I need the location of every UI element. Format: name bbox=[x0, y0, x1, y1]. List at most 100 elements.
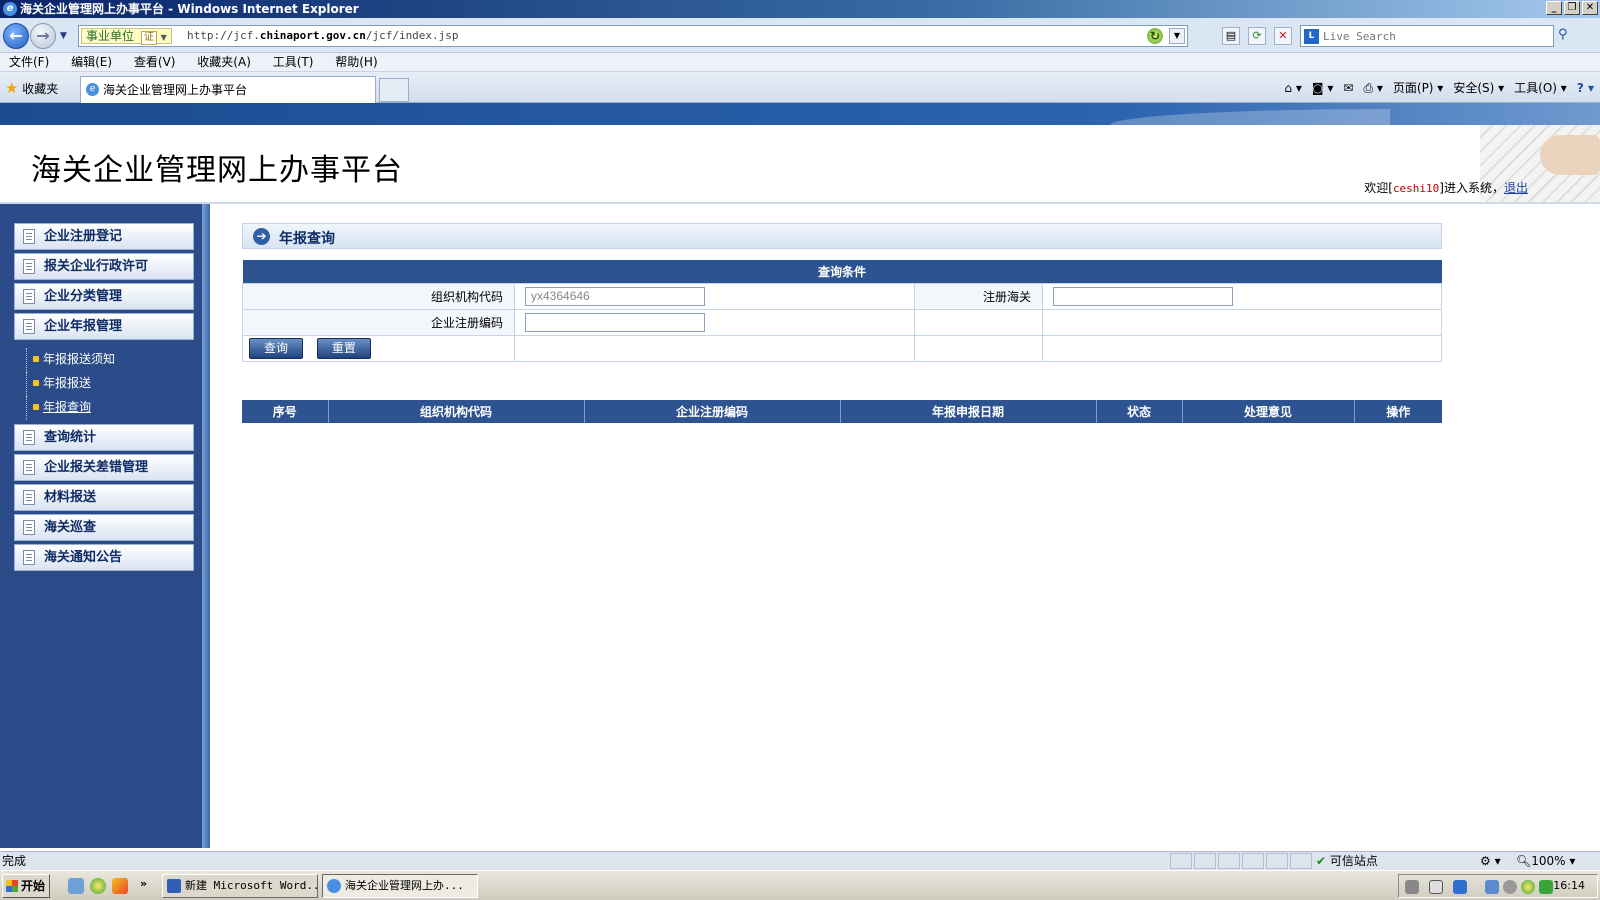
sidebar-item-label: 企业年报管理 bbox=[44, 319, 123, 334]
mail-icon[interactable]: ✉ bbox=[1343, 79, 1353, 97]
sidebar-subitem-notice[interactable]: 年报报送须知 bbox=[26, 348, 186, 372]
favorites-label: 收藏夹 bbox=[22, 82, 59, 96]
logout-link[interactable]: 退出 bbox=[1504, 181, 1528, 195]
print-icon[interactable]: ⎙ ▾ bbox=[1363, 79, 1382, 97]
live-search-logo-icon: L bbox=[1304, 29, 1319, 44]
menu-edit[interactable]: 编辑(E) bbox=[62, 53, 121, 71]
menu-file[interactable]: 文件(F) bbox=[0, 53, 58, 71]
sidebar-subitem-submit[interactable]: 年报报送 bbox=[26, 372, 186, 396]
forward-button[interactable]: → bbox=[30, 23, 56, 49]
help-icon[interactable]: ? ▾ bbox=[1577, 79, 1594, 97]
sidebar-item-materials[interactable]: 材料报送 bbox=[14, 484, 194, 511]
column-header-reg-no: 企业注册编码 bbox=[584, 400, 841, 423]
page-favicon-icon: e bbox=[86, 83, 99, 96]
feeds-icon[interactable]: ◙ ▾ bbox=[1312, 79, 1333, 97]
media-quicklaunch-icon[interactable] bbox=[112, 878, 128, 894]
customs-input[interactable] bbox=[1053, 286, 1233, 306]
command-bar: ⌂ ▾ ◙ ▾ ✉ ⎙ ▾ 页面(P) ▾ 安全(S) ▾ 工具(O) ▾ ? … bbox=[1284, 79, 1594, 97]
window-title-bar: e 海关企业管理网上办事平台 - Windows Internet Explor… bbox=[0, 0, 1600, 18]
sidebar-item-registration[interactable]: 企业注册登记 bbox=[14, 223, 194, 250]
windows-flag-icon bbox=[6, 880, 18, 892]
favorites-button[interactable]: ★ 收藏夹 bbox=[5, 79, 58, 97]
tab-active[interactable]: e 海关企业管理网上办事平台 bbox=[80, 76, 376, 103]
show-desktop-icon[interactable] bbox=[68, 878, 84, 894]
close-window-button[interactable]: ✕ bbox=[1582, 1, 1598, 15]
menu-help[interactable]: 帮助(H) bbox=[326, 53, 386, 71]
query-form: 查询条件 组织机构代码 注册海关 企业注册编码 查询 重置 bbox=[242, 260, 1442, 362]
sidebar-item-label: 海关巡查 bbox=[44, 520, 97, 535]
start-button[interactable]: 开始 bbox=[2, 874, 50, 898]
restore-button[interactable]: ❐ bbox=[1564, 1, 1580, 15]
url-domain: chinaport.gov.cn bbox=[259, 29, 366, 42]
zoom-control[interactable]: 🔍︎100% ▾ bbox=[1516, 852, 1575, 870]
ie-quicklaunch-icon[interactable] bbox=[90, 878, 106, 894]
quicklaunch-more-icon[interactable]: » bbox=[140, 877, 147, 890]
address-dropdown-icon[interactable]: ▼ bbox=[1169, 28, 1185, 44]
sidebar-subitem-query[interactable]: 年报查询 bbox=[26, 396, 186, 420]
tab-active-label: 海关企业管理网上办事平台 bbox=[103, 83, 248, 97]
system-tray: 16:14 bbox=[1398, 874, 1598, 898]
history-dropdown-icon[interactable]: ▼ bbox=[60, 31, 67, 41]
new-tab-button[interactable] bbox=[379, 78, 409, 102]
menu-favorites[interactable]: 收藏夹(A) bbox=[188, 53, 260, 71]
column-header-report-date: 年报申报日期 bbox=[840, 400, 1097, 423]
taskbar-item-ie[interactable]: 海关企业管理网上办... bbox=[322, 874, 478, 898]
stop-icon[interactable]: ✕ bbox=[1274, 27, 1292, 45]
column-header-action: 操作 bbox=[1354, 400, 1442, 423]
menu-tools[interactable]: 工具(T) bbox=[264, 53, 323, 71]
compatibility-view-icon[interactable]: ↻ bbox=[1147, 28, 1163, 44]
security-zone[interactable]: ✔ 可信站点 bbox=[1316, 852, 1378, 870]
search-box[interactable]: L bbox=[1300, 25, 1554, 47]
status-pane bbox=[1218, 853, 1240, 869]
keyboard-icon[interactable] bbox=[1405, 880, 1419, 894]
sidebar-item-notices[interactable]: 海关通知公告 bbox=[14, 544, 194, 571]
search-button[interactable]: 查询 bbox=[249, 337, 303, 359]
org-code-input[interactable] bbox=[525, 286, 705, 306]
sidebar-item-classification[interactable]: 企业分类管理 bbox=[14, 283, 194, 310]
menu-view[interactable]: 查看(V) bbox=[125, 53, 185, 71]
url-text[interactable]: http://jcf.chinaport.gov.cn/jcf/index.js… bbox=[187, 29, 459, 42]
protected-mode-icon[interactable]: ⚙ ▾ bbox=[1480, 852, 1501, 870]
column-header-index: 序号 bbox=[242, 400, 329, 423]
ie-logo-icon: e bbox=[3, 2, 17, 16]
site-tag-dropdown-icon[interactable]: ▼ bbox=[161, 33, 167, 42]
sidebar-item-label: 企业注册登记 bbox=[44, 229, 123, 244]
site-category-tag[interactable]: 事业单位 证 ▼ bbox=[81, 28, 172, 45]
welcome-suffix: ]进入系统， bbox=[1439, 181, 1504, 195]
tools-menu[interactable]: 工具(O) ▾ bbox=[1514, 79, 1567, 97]
tab-bar: ★ 收藏夹 e 海关企业管理网上办事平台 ⌂ ▾ ◙ ▾ ✉ ⎙ ▾ 页面(P)… bbox=[0, 72, 1600, 103]
rss-page-icon[interactable]: ▤ bbox=[1222, 27, 1240, 45]
org-code-cell bbox=[514, 282, 915, 310]
sidebar-item-error-management[interactable]: 企业报关差错管理 bbox=[14, 454, 194, 481]
sidebar-item-statistics[interactable]: 查询统计 bbox=[14, 424, 194, 451]
reg-no-cell bbox=[514, 308, 915, 336]
menu-bar: 文件(F) 编辑(E) 查看(V) 收藏夹(A) 工具(T) 帮助(H) bbox=[0, 53, 1600, 72]
tray-app-icon[interactable] bbox=[1503, 880, 1517, 894]
shield-icon[interactable] bbox=[1539, 880, 1553, 894]
help-tray-icon[interactable] bbox=[1429, 880, 1443, 894]
sidebar-item-annual-report[interactable]: 企业年报管理 bbox=[14, 313, 194, 340]
taskbar-item-word[interactable]: 新建 Microsoft Word... bbox=[162, 874, 318, 898]
home-icon[interactable]: ⌂ ▾ bbox=[1284, 79, 1301, 97]
security-zone-label: 可信站点 bbox=[1329, 854, 1378, 868]
sidebar-item-license[interactable]: 报关企业行政许可 bbox=[14, 253, 194, 280]
customs-label: 注册海关 bbox=[914, 282, 1043, 310]
back-button[interactable]: ← bbox=[3, 23, 29, 49]
org-code-label: 组织机构代码 bbox=[242, 282, 515, 310]
tray-app-icon[interactable] bbox=[1485, 880, 1499, 894]
reset-button[interactable]: 重置 bbox=[316, 337, 371, 359]
reg-no-input[interactable] bbox=[525, 312, 705, 332]
network-icon[interactable] bbox=[1453, 880, 1467, 894]
query-form-header: 查询条件 bbox=[242, 260, 1442, 283]
page-top-banner bbox=[0, 103, 1600, 125]
sidebar-item-inspection[interactable]: 海关巡查 bbox=[14, 514, 194, 541]
page-menu[interactable]: 页面(P) ▾ bbox=[1393, 79, 1443, 97]
tray-app-icon[interactable] bbox=[1521, 880, 1535, 894]
refresh-icon[interactable]: ⟳ bbox=[1248, 27, 1266, 45]
search-input[interactable] bbox=[1323, 28, 1548, 44]
minimize-button[interactable]: _ bbox=[1546, 1, 1562, 15]
safety-menu[interactable]: 安全(S) ▾ bbox=[1453, 79, 1504, 97]
address-bar[interactable]: 事业单位 证 ▼ http://jcf.chinaport.gov.cn/jcf… bbox=[78, 25, 1188, 47]
certificate-icon[interactable]: 证 bbox=[140, 31, 157, 45]
search-icon[interactable]: ⚲ bbox=[1558, 27, 1576, 45]
